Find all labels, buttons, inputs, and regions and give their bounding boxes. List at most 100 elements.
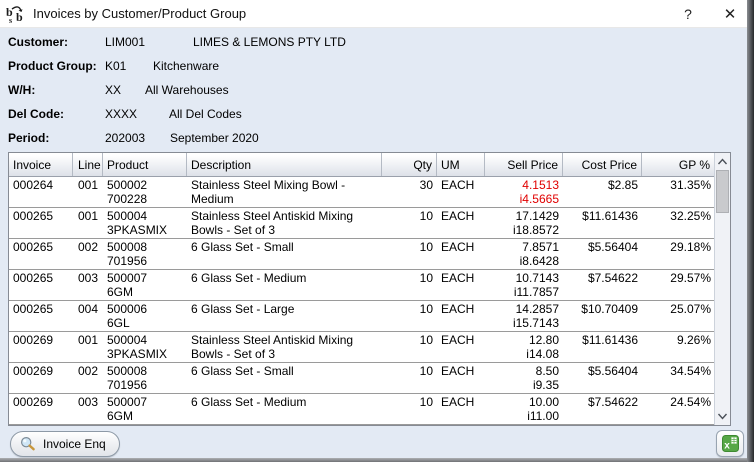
column-header-sell-price: Sell Price (485, 153, 563, 176)
cell-um: EACH (437, 208, 485, 238)
cell-gp-percent: 24.54% (642, 394, 715, 424)
filter-label: Del Code: (8, 107, 105, 121)
filter-code: 202003 (105, 131, 170, 145)
export-excel-button[interactable]: x (716, 430, 744, 457)
cell-line: 003 (73, 270, 103, 300)
cell-invoice: 000269 (9, 363, 73, 393)
table-row[interactable]: 000269 003 5000076GM 6 Glass Set - Mediu… (9, 394, 715, 425)
window-bottom-edge (0, 458, 754, 462)
cell-invoice: 000265 (9, 208, 73, 238)
filter-code: LIM001 (105, 35, 193, 49)
cell-product: 5000076GM (103, 270, 187, 300)
cell-qty: 10 (382, 394, 437, 424)
table-row[interactable]: 000269 001 5000043PKASMIX Stainless Stee… (9, 332, 715, 363)
filter-panel: Customer: LIM001 LIMES & LEMONS PTY LTD … (8, 30, 708, 150)
cell-gp-percent: 25.07% (642, 301, 715, 331)
cell-product: 5000066GL (103, 301, 187, 331)
filter-description: All Warehouses (145, 83, 229, 97)
svg-text:x: x (724, 441, 730, 452)
column-header-cost-price: Cost Price (563, 153, 642, 176)
cell-line: 002 (73, 239, 103, 269)
table-row[interactable]: 000265 003 5000076GM 6 Glass Set - Mediu… (9, 270, 715, 301)
cell-line: 001 (73, 177, 103, 207)
cell-cost-price: $10.70409 (563, 301, 642, 331)
chevron-up-icon (717, 157, 728, 166)
chevron-down-icon (717, 412, 728, 421)
filter-row-product-group: Product Group: K01 Kitchenware (8, 54, 708, 78)
cell-sell-price: 17.1429i18.8572 (485, 208, 563, 238)
cell-sell-price: 8.50i9.35 (485, 363, 563, 393)
window-title: Invoices by Customer/Product Group (33, 6, 246, 21)
invoice-enq-button[interactable]: Invoice Enq (10, 431, 120, 457)
cell-sell-price: 4.1513i4.5665 (485, 177, 563, 207)
cell-invoice: 000269 (9, 332, 73, 362)
table-row[interactable]: 000269 002 500008701956 6 Glass Set - Sm… (9, 363, 715, 394)
vertical-scrollbar[interactable] (714, 153, 730, 425)
cell-invoice: 000265 (9, 270, 73, 300)
cell-description: Stainless Steel Mixing Bowl -Medium (187, 177, 382, 207)
titlebar: b s b Invoices by Customer/Product Group… (0, 0, 747, 28)
scroll-thumb[interactable] (716, 170, 729, 213)
cell-gp-percent: 9.26% (642, 332, 715, 362)
help-button[interactable]: ? (671, 1, 705, 27)
cell-invoice: 000264 (9, 177, 73, 207)
filter-description: September 2020 (170, 131, 259, 145)
cell-um: EACH (437, 270, 485, 300)
cell-gp-percent: 29.18% (642, 239, 715, 269)
cell-description: Stainless Steel Antiskid MixingBowls - S… (187, 208, 382, 238)
invoices-dialog: b s b Invoices by Customer/Product Group… (0, 0, 754, 462)
cell-um: EACH (437, 177, 485, 207)
cell-qty: 10 (382, 301, 437, 331)
scroll-down-button[interactable] (715, 408, 730, 425)
cell-gp-percent: 32.25% (642, 208, 715, 238)
cell-cost-price: $2.85 (563, 177, 642, 207)
cell-cost-price: $7.54622 (563, 394, 642, 424)
cell-description: Stainless Steel Antiskid MixingBowls - S… (187, 332, 382, 362)
svg-text:b: b (16, 10, 23, 24)
column-header-um: UM (437, 153, 485, 176)
column-header-qty: Qty (382, 153, 437, 176)
cell-invoice: 000265 (9, 239, 73, 269)
filter-code: XX (105, 83, 145, 97)
cell-sell-price: 10.7143i11.7857 (485, 270, 563, 300)
cell-cost-price: $7.54622 (563, 270, 642, 300)
cell-description: 6 Glass Set - Medium (187, 270, 382, 300)
column-header-description: Description (187, 153, 382, 176)
cell-line: 001 (73, 208, 103, 238)
close-button[interactable]: ✕ (713, 1, 747, 27)
cell-qty: 10 (382, 239, 437, 269)
cell-line: 001 (73, 332, 103, 362)
cell-um: EACH (437, 301, 485, 331)
table-row[interactable]: 000265 004 5000066GL 6 Glass Set - Large… (9, 301, 715, 332)
cell-cost-price: $11.61436 (563, 332, 642, 362)
window-right-edge (747, 0, 754, 462)
cell-product: 5000043PKASMIX (103, 332, 187, 362)
cell-cost-price: $11.61436 (563, 208, 642, 238)
table-header: Invoice Line Product Description Qty UM … (9, 153, 730, 177)
cell-um: EACH (437, 394, 485, 424)
filter-label: Period: (8, 131, 105, 145)
bsb-logo-icon: b s b (5, 3, 27, 25)
cell-product: 500002700228 (103, 177, 187, 207)
scroll-up-button[interactable] (715, 153, 730, 170)
table-row[interactable]: 000264 001 500002700228 Stainless Steel … (9, 177, 715, 208)
excel-icon: x (722, 435, 739, 452)
filter-label: W/H: (8, 83, 105, 97)
svg-text:s: s (9, 16, 12, 25)
cell-gp-percent: 29.57% (642, 270, 715, 300)
cell-cost-price: $5.56404 (563, 239, 642, 269)
filter-code: XXXX (105, 107, 169, 121)
cell-line: 004 (73, 301, 103, 331)
cell-description: 6 Glass Set - Small (187, 363, 382, 393)
table-row[interactable]: 000265 002 500008701956 6 Glass Set - Sm… (9, 239, 715, 270)
table-row[interactable]: 000265 001 5000043PKASMIX Stainless Stee… (9, 208, 715, 239)
cell-sell-price: 12.80i14.08 (485, 332, 563, 362)
cell-um: EACH (437, 239, 485, 269)
cell-invoice: 000269 (9, 394, 73, 424)
cell-gp-percent: 31.35% (642, 177, 715, 207)
table-body: 000264 001 500002700228 Stainless Steel … (9, 177, 715, 425)
filter-label: Product Group: (8, 59, 105, 73)
cell-sell-price: 7.8571i8.6428 (485, 239, 563, 269)
column-header-gp-percent: GP % (642, 153, 715, 176)
column-header-invoice: Invoice (9, 153, 73, 176)
